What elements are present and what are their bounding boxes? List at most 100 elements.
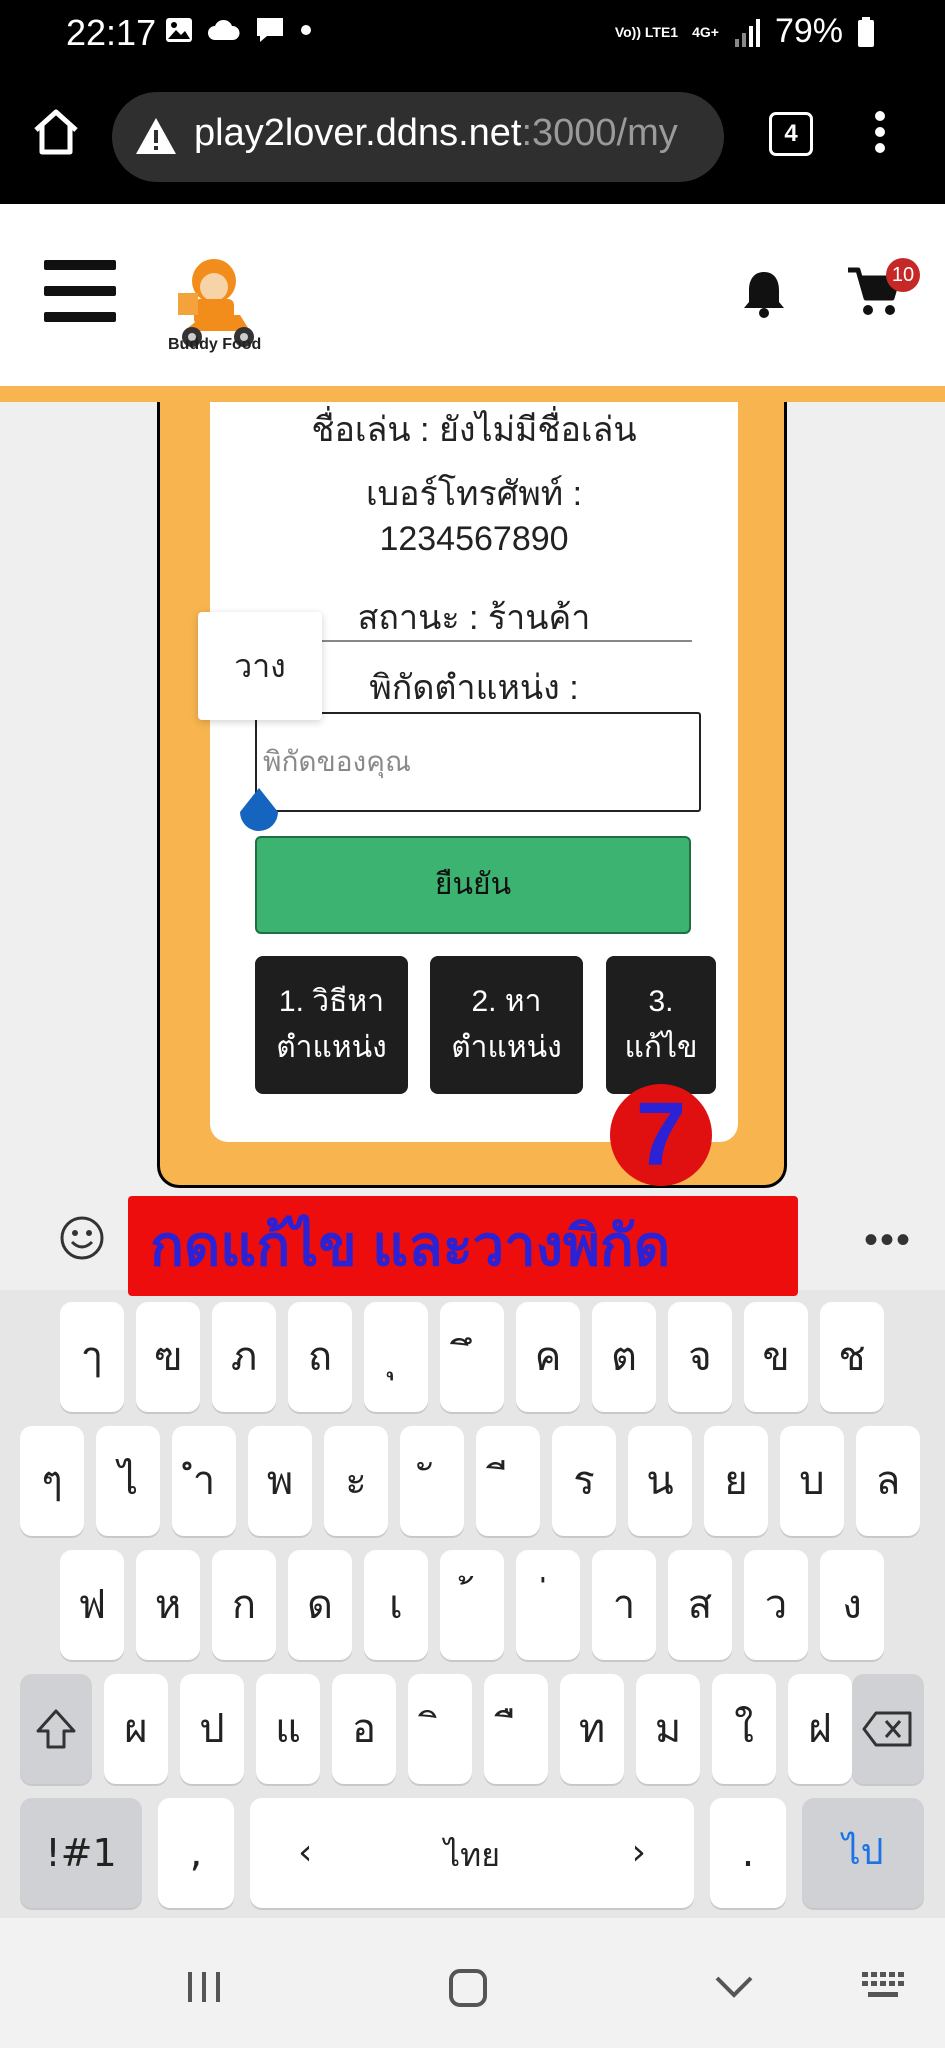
header-accent-bar [0, 386, 945, 402]
home-icon[interactable] [30, 106, 82, 158]
keyboard-row-5: !#1 , ‹ ไทย › . ไป [0, 1798, 945, 1908]
key[interactable]: ี [476, 1426, 540, 1536]
tab-switcher-button[interactable]: 4 [769, 112, 813, 156]
text-cursor-handle[interactable] [236, 786, 282, 838]
nickname-line: ชื่อเล่น : ยังไม่มีชื่อเล่น [311, 411, 637, 449]
key[interactable]: ้ [440, 1550, 504, 1660]
signal-icon [734, 18, 760, 47]
key[interactable]: ิ [408, 1674, 472, 1784]
divider [300, 640, 692, 642]
key[interactable]: ป [180, 1674, 244, 1784]
dot-icon [301, 25, 311, 35]
key[interactable]: ง [820, 1550, 884, 1660]
find-location-button[interactable]: 2. หา ตำแหน่ง [430, 956, 583, 1094]
notification-icons [165, 16, 313, 44]
message-icon [257, 18, 283, 42]
key[interactable]: ฝ [788, 1674, 852, 1784]
key[interactable]: น [628, 1426, 692, 1536]
status-right: Vo)) LTE1 4G+ 79% [615, 12, 875, 51]
shift-icon [36, 1709, 76, 1749]
key[interactable]: ใ [712, 1674, 776, 1784]
phone-label: เบอร์โทรศัพท์ : [365, 475, 583, 513]
bell-icon[interactable] [740, 268, 788, 318]
key[interactable]: ภ [212, 1302, 276, 1412]
key[interactable]: า [592, 1550, 656, 1660]
key[interactable]: แ [256, 1674, 320, 1784]
key[interactable]: ่ [516, 1550, 580, 1660]
key[interactable]: ถ [288, 1302, 352, 1412]
key[interactable]: ม [636, 1674, 700, 1784]
phone-value: 1234567890 [379, 520, 569, 558]
key[interactable]: ึ [440, 1302, 504, 1412]
more-options-icon[interactable] [868, 108, 892, 156]
key[interactable]: บ [780, 1426, 844, 1536]
key[interactable]: ฃ [136, 1302, 200, 1412]
key[interactable]: ะ [324, 1426, 388, 1536]
key[interactable]: ั [400, 1426, 464, 1536]
go-key[interactable]: ไป [802, 1798, 924, 1908]
key[interactable]: ร [552, 1426, 616, 1536]
key[interactable]: ื [484, 1674, 548, 1784]
key[interactable]: ๅ [60, 1302, 124, 1412]
instruction-banner: กดแก้ไข และวางพิกัด [128, 1196, 798, 1296]
key[interactable]: ช [820, 1302, 884, 1412]
key[interactable]: ย [704, 1426, 768, 1536]
app-header: Buddy Food 10 [0, 204, 945, 386]
back-chevron-icon[interactable] [714, 1974, 754, 2000]
url-text[interactable]: play2lover.ddns.net:3000/my [194, 112, 678, 155]
space-label: ไทย [444, 1836, 500, 1874]
keyboard-row-3: ฟ ห ก ด เ ้ ่ า ส ว ง [0, 1550, 945, 1660]
battery-percent: 79% [774, 12, 843, 50]
symbols-key[interactable]: !#1 [20, 1798, 142, 1908]
key[interactable]: ต [592, 1302, 656, 1412]
browser-toolbar: play2lover.ddns.net:3000/my 4 [0, 72, 945, 204]
edit-button[interactable]: 3. แก้ไข [606, 956, 716, 1094]
key[interactable]: ส [668, 1550, 732, 1660]
key[interactable]: ข [744, 1302, 808, 1412]
key[interactable]: อ [332, 1674, 396, 1784]
key[interactable]: ไ [96, 1426, 160, 1536]
keyboard-more-icon[interactable]: ••• [864, 1218, 912, 1263]
shift-key[interactable] [20, 1674, 92, 1784]
keyboard-row-4: ผ ป แ อ ิ ื ท ม ใ ฝ [0, 1674, 945, 1784]
confirm-button[interactable]: ยืนยัน [255, 836, 691, 934]
key[interactable]: พ [248, 1426, 312, 1536]
cloud-icon [208, 19, 240, 40]
volte-label: Vo)) LTE1 [614, 23, 679, 40]
key[interactable]: ท [560, 1674, 624, 1784]
clock: 22:17 [66, 12, 157, 53]
space-bar[interactable]: ‹ ไทย › [250, 1798, 694, 1908]
key[interactable]: ก [212, 1550, 276, 1660]
address-bar[interactable]: play2lover.ddns.net:3000/my [112, 92, 724, 182]
key[interactable]: ุ [364, 1302, 428, 1412]
key[interactable]: ฟ [60, 1550, 124, 1660]
cursor-left-icon[interactable]: ‹ [298, 1798, 312, 1908]
keyboard-toggle-icon[interactable] [862, 1972, 906, 2000]
key[interactable]: ห [136, 1550, 200, 1660]
how-to-find-location-button[interactable]: 1. วิธีหา ตำแหน่ง [255, 956, 408, 1094]
key[interactable]: จ [668, 1302, 732, 1412]
paste-menu-item[interactable]: วาง [198, 612, 322, 720]
key[interactable]: ด [288, 1550, 352, 1660]
warning-icon[interactable] [134, 116, 178, 156]
url-host: play2lover.ddns.net [194, 112, 522, 154]
backspace-key[interactable] [852, 1674, 924, 1784]
period-key[interactable]: . [710, 1798, 786, 1908]
key[interactable]: ำ [172, 1426, 236, 1536]
emoji-icon[interactable] [58, 1214, 106, 1262]
keyboard-row-2: ๆ ไ ำ พ ะ ั ี ร น ย บ ล [0, 1426, 945, 1536]
key[interactable]: ค [516, 1302, 580, 1412]
key[interactable]: เ [364, 1550, 428, 1660]
hamburger-menu-icon[interactable] [44, 258, 116, 324]
cursor-right-icon[interactable]: › [632, 1798, 646, 1908]
battery-icon [858, 16, 874, 47]
comma-key[interactable]: , [158, 1798, 234, 1908]
key[interactable]: ผ [104, 1674, 168, 1784]
coordinates-input[interactable] [255, 712, 701, 812]
recent-apps-icon[interactable] [186, 1970, 222, 2004]
key[interactable]: ๆ [20, 1426, 84, 1536]
home-button-icon[interactable] [448, 1968, 488, 2008]
cart-count-badge: 10 [886, 258, 920, 292]
key[interactable]: ว [744, 1550, 808, 1660]
key[interactable]: ล [856, 1426, 920, 1536]
